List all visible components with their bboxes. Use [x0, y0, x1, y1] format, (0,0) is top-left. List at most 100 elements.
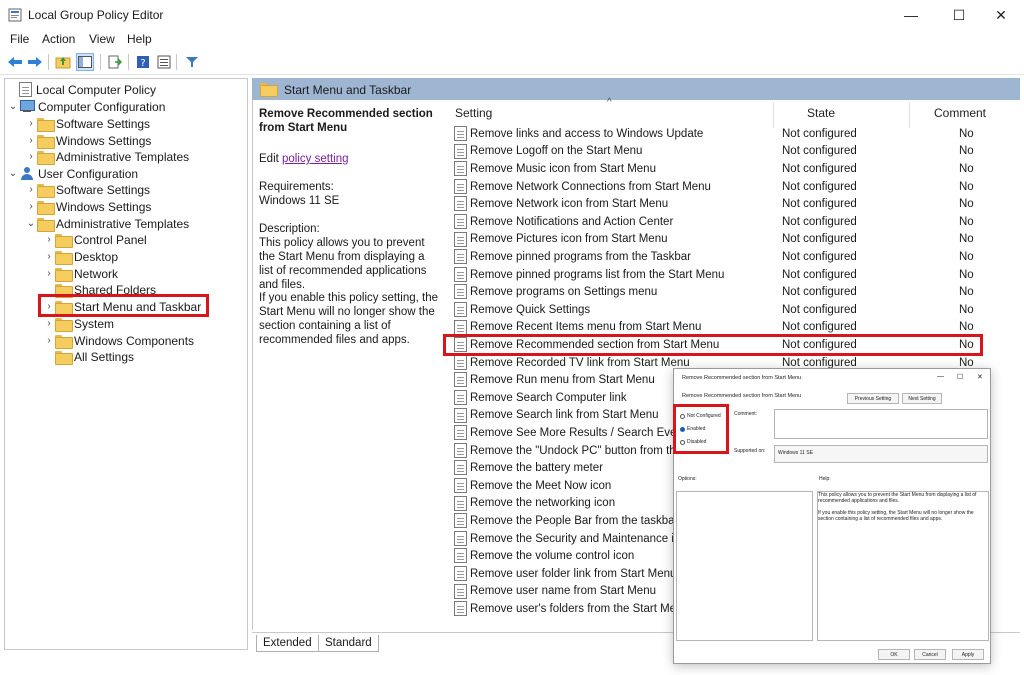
minimize-button[interactable]: — — [888, 0, 934, 30]
policy-setting-icon — [454, 249, 467, 265]
tree-item-software-settings[interactable]: › Software Settings — [25, 115, 150, 132]
tree-item-label: Administrative Templates — [56, 149, 190, 164]
tree-item-windows-settings[interactable]: › Windows Settings — [25, 132, 151, 149]
policy-setting-icon — [454, 495, 467, 511]
tree-item-label: Computer Configuration — [38, 99, 166, 114]
supported-on-value: Windows 11 SE — [778, 450, 813, 456]
setting-state: Not configured — [782, 303, 857, 316]
tree-item-user-configuration[interactable]: ⌄ User Configuration — [7, 165, 138, 182]
toolbar-separator — [176, 54, 177, 70]
previous-setting-button[interactable]: Previous Setting — [847, 393, 899, 404]
up-folder-icon[interactable] — [54, 53, 72, 71]
column-header-setting[interactable]: Setting — [455, 106, 492, 120]
tree-item-network[interactable]: › Network — [43, 265, 118, 282]
tree-item-windows-components[interactable]: › Windows Components — [43, 332, 194, 349]
dialog-minimize-button[interactable]: — — [937, 373, 944, 380]
expand-chevron-icon[interactable]: › — [43, 234, 55, 245]
expand-chevron-icon[interactable]: › — [25, 151, 37, 162]
options-label: Options: — [678, 476, 697, 482]
comment-textbox[interactable] — [774, 409, 988, 439]
navigation-tree[interactable]: Local Computer Policy ⌄ Computer Configur… — [4, 78, 248, 650]
setting-name: Remove Logoff on the Start Menu — [470, 145, 643, 158]
dialog-close-button[interactable]: ✕ — [977, 373, 983, 381]
table-row[interactable]: Remove Logoff on the Start Menu Not confi… — [451, 143, 1011, 161]
options-box[interactable] — [676, 491, 813, 641]
tree-item-desktop[interactable]: › Desktop — [43, 248, 118, 265]
cancel-button[interactable]: Cancel — [914, 649, 946, 660]
expand-chevron-icon[interactable]: › — [43, 335, 55, 346]
setting-name: Remove Pictures icon from Start Menu — [470, 233, 668, 246]
column-header-comment[interactable]: Comment — [934, 106, 986, 120]
comment-label: Comment: — [734, 411, 758, 417]
menu-view[interactable]: View — [89, 32, 115, 46]
tab-extended[interactable]: Extended — [256, 635, 319, 652]
table-row[interactable]: Remove pinned programs list from the Sta… — [451, 266, 1011, 284]
edit-line: Edit policy setting — [259, 152, 441, 166]
apply-button[interactable]: Apply — [952, 649, 984, 660]
tree-item-windows-settings[interactable]: › Windows Settings — [25, 198, 151, 215]
close-button[interactable]: ✕ — [978, 0, 1024, 30]
expand-chevron-icon[interactable]: › — [25, 184, 37, 195]
tree-item-control-panel[interactable]: › Control Panel — [43, 231, 147, 248]
properties-icon[interactable] — [155, 53, 173, 71]
menu-help[interactable]: Help — [127, 32, 152, 46]
filter-icon[interactable] — [183, 53, 201, 71]
maximize-button[interactable]: ☐ — [936, 0, 982, 30]
table-row[interactable]: Remove Notifications and Action Center No… — [451, 213, 1011, 231]
tree-item-system[interactable]: › System — [43, 315, 114, 332]
description-pane: Remove Recommended section from Start Me… — [252, 100, 442, 630]
expand-chevron-icon[interactable]: › — [25, 118, 37, 129]
menu-action[interactable]: Action — [42, 32, 75, 46]
tree-item-all-settings[interactable]: All Settings — [43, 348, 134, 365]
menu-file[interactable]: File — [10, 32, 29, 46]
expand-chevron-icon[interactable]: › — [25, 135, 37, 146]
tree-item-administrative-templates[interactable]: › Administrative Templates — [25, 148, 189, 165]
group-policy-icon — [8, 8, 22, 22]
table-row[interactable]: Remove Quick Settings Not configured No — [451, 301, 1011, 319]
policy-setting-icon — [454, 319, 467, 335]
setting-state: Not configured — [782, 356, 857, 369]
setting-comment: No — [959, 180, 974, 193]
folder-icon — [55, 317, 73, 332]
help-icon[interactable]: ? — [134, 53, 152, 71]
dialog-title: Remove Recommended section from Start Me… — [682, 375, 802, 381]
expand-chevron-icon[interactable]: › — [43, 268, 55, 279]
table-row[interactable]: Remove programs on Settings menu Not conf… — [451, 283, 1011, 301]
tree-item-label: Windows Components — [74, 333, 195, 348]
collapse-chevron-icon[interactable]: ⌄ — [7, 168, 19, 179]
dialog-maximize-button[interactable]: ☐ — [957, 373, 963, 381]
export-icon[interactable] — [106, 53, 124, 71]
table-row[interactable]: Remove Network Connections from Start Me… — [451, 178, 1011, 196]
next-setting-button[interactable]: Next Setting — [902, 393, 942, 404]
table-row[interactable]: Remove links and access to Windows Updat… — [451, 125, 1011, 143]
collapse-chevron-icon[interactable]: ⌄ — [25, 218, 37, 229]
table-row[interactable]: Remove Pictures icon from Start Menu Not … — [451, 231, 1011, 249]
expand-chevron-icon[interactable]: › — [43, 318, 55, 329]
setting-comment: No — [959, 215, 974, 228]
table-row[interactable]: Remove Music icon from Start Menu Not con… — [451, 160, 1011, 178]
tree-item-software-settings[interactable]: › Software Settings — [25, 181, 150, 198]
setting-comment: No — [959, 286, 974, 299]
policy-setting-icon — [454, 302, 467, 317]
tab-standard[interactable]: Standard — [318, 635, 379, 652]
table-row[interactable]: Remove Network icon from Start Menu Not c… — [451, 195, 1011, 213]
ok-button[interactable]: OK — [878, 649, 910, 660]
table-row[interactable]: Remove pinned programs from the Taskbar N… — [451, 248, 1011, 266]
expand-chevron-icon[interactable]: › — [43, 251, 55, 262]
policy-setting-icon — [454, 478, 467, 493]
forward-arrow-icon[interactable] — [26, 53, 44, 71]
show-hide-tree-icon[interactable] — [76, 53, 94, 71]
policy-setting-icon — [454, 178, 467, 194]
collapse-chevron-icon[interactable]: ⌄ — [7, 101, 19, 112]
policy-setting-link[interactable]: policy setting — [282, 153, 348, 165]
tree-item-local-computer-policy[interactable]: Local Computer Policy — [7, 81, 156, 98]
tree-item-computer-configuration[interactable]: ⌄ Computer Configuration — [7, 98, 166, 115]
setting-name: Remove pinned programs from the Taskbar — [470, 250, 691, 263]
tree-item-administrative-templates[interactable]: ⌄ Administrative Templates — [25, 215, 189, 232]
description-label: Description: — [259, 223, 320, 235]
expand-chevron-icon[interactable]: › — [25, 201, 37, 212]
setting-state: Not configured — [782, 162, 857, 175]
folder-icon — [37, 200, 55, 215]
back-arrow-icon[interactable] — [6, 53, 24, 71]
column-header-state[interactable]: State — [807, 106, 835, 120]
